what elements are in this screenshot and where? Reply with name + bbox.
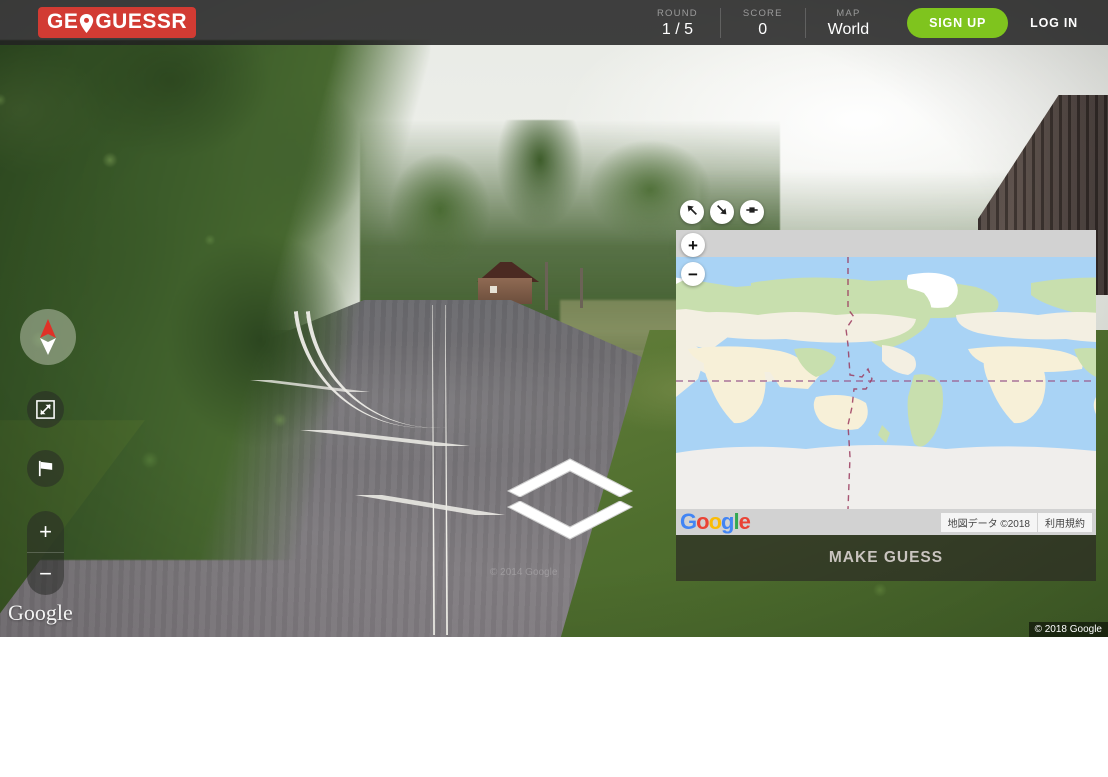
logo-text-left: GE [47,10,79,33]
flag-icon [35,458,56,479]
arrow-up-left-icon [685,203,699,222]
map-value: World [827,20,870,38]
score-value: 0 [758,20,768,38]
pin-marker-icon [745,203,759,222]
shrink-map-button[interactable] [680,200,704,224]
map-zoom-out-button[interactable]: − [681,262,705,286]
map-zoom-in-button[interactable]: + [681,233,705,257]
arrow-down-right-icon [715,203,729,222]
utility-pole [545,262,548,310]
score-stat: SCORE 0 [719,7,805,38]
flag-button[interactable] [27,450,64,487]
score-label: SCORE [742,7,783,19]
copyright-notice: © 2018 Google [1028,622,1108,637]
guess-map-panel: + − Google 地図データ ©2018 利用規約 MAKE GUESS [676,200,1096,600]
world-map-canvas[interactable] [676,230,1096,535]
chevron-forward-icon[interactable] [500,501,640,543]
google-logo-letter: o [696,509,709,534]
make-guess-button[interactable]: MAKE GUESS [676,535,1096,581]
minus-icon: − [688,264,698,284]
map-attribution: 地図データ ©2018 利用規約 [940,512,1092,532]
world-map-geometry [676,257,1096,509]
map-control-buttons [680,200,764,224]
plus-icon: + [688,235,698,255]
round-stat: ROUND 1 / 5 [635,8,720,38]
street-view-zoom-control[interactable]: + − [27,511,64,595]
fullscreen-button[interactable] [27,391,64,428]
house-window [490,286,497,293]
google-logo-letter: G [680,509,697,534]
logo-text-right: GUESSR [95,10,188,33]
round-label: ROUND [657,7,698,19]
map-footer: Google 地図データ ©2018 利用規約 [676,509,1096,535]
street-view-zoom-out-button[interactable]: − [27,553,64,595]
round-value: 1 / 5 [661,20,693,38]
imagery-date-watermark: © 2014 Google [490,567,558,578]
enlarge-map-button[interactable] [710,200,734,224]
geoguessr-game-page: + − Google © 2014 Google © 2018 Google +… [0,0,1108,777]
top-header-bar: GE GUESSR ROUND 1 / 5 SCORE 0 MAP World [0,0,1108,45]
google-logo: Google [680,509,751,535]
pin-toggle-button[interactable] [740,200,764,224]
log-in-button[interactable]: LOG IN [1030,16,1078,30]
terms-of-use-link[interactable]: 利用規約 [1038,512,1092,532]
google-logo-letter: e [738,509,751,534]
chevron-forward-icon[interactable] [500,455,640,497]
map-label: MAP [836,7,861,19]
map-data-attribution: 地図データ ©2018 [940,512,1037,532]
utility-pole [580,268,583,308]
street-view-zoom-in-button[interactable]: + [27,511,64,553]
header-right-group: ROUND 1 / 5 SCORE 0 MAP World SIGN UP LO… [635,0,1108,45]
google-logo-letter: g [721,509,734,534]
google-logo-letter: o [708,509,722,534]
street-view-forward-arrows[interactable] [500,455,640,545]
street-view-google-watermark: Google [8,600,73,625]
game-viewport: + − Google © 2014 Google © 2018 Google +… [0,0,1108,637]
expand-arrows-icon [35,399,56,420]
sign-up-button[interactable]: SIGN UP [907,7,1009,38]
compass-needle-icon [35,319,61,355]
geoguessr-logo[interactable]: GE GUESSR [38,7,197,38]
map-stat: MAP World [804,7,892,38]
map-zoom-control[interactable]: + − [681,233,705,286]
map-pin-icon [79,13,94,33]
compass-control[interactable] [20,309,76,365]
